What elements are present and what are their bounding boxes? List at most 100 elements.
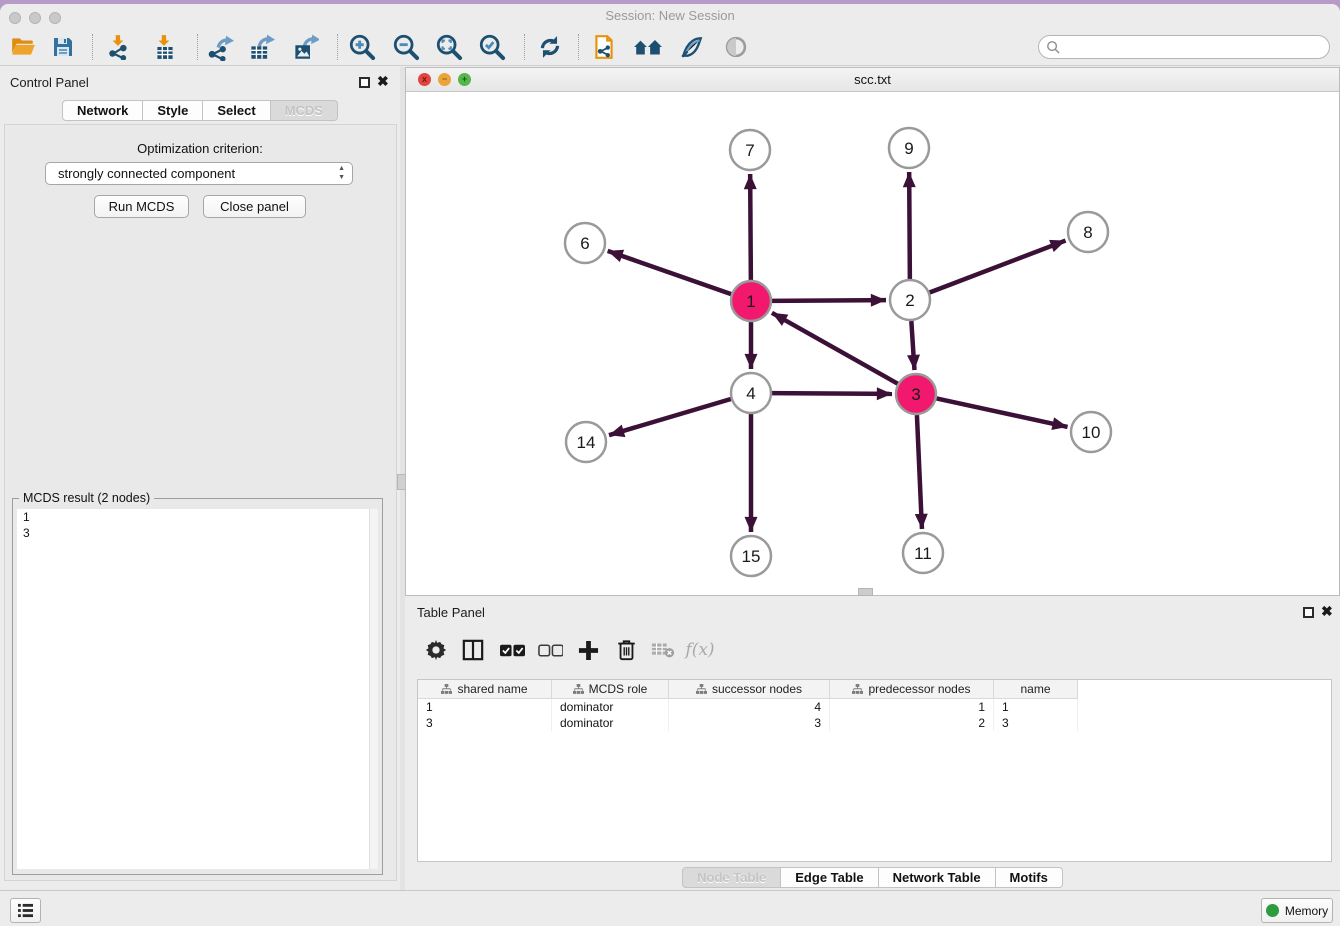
import-table-icon[interactable] [150,32,180,62]
node-label-10: 10 [1082,423,1101,442]
table-cell[interactable]: 3 [669,715,830,731]
table-cell[interactable]: 4 [669,699,830,715]
add-column-icon[interactable] [573,635,603,665]
session-title: Session: New Session [0,8,1340,23]
tab-network-table[interactable]: Network Table [879,867,996,888]
float-table-panel-icon[interactable] [1303,607,1314,618]
tab-motifs[interactable]: Motifs [996,867,1063,888]
hierarchy-icon [441,684,452,695]
edge-1-2[interactable] [772,300,886,301]
graphics-details-icon[interactable] [677,32,707,62]
chevron-updown-icon: ▲▼ [338,164,345,182]
column-layout-icon[interactable] [458,635,488,665]
apply-layout-icon[interactable] [535,32,565,62]
zoom-in-icon[interactable] [347,32,377,62]
edge-2-9[interactable] [909,172,910,279]
control-panel: Control Panel ✖ NetworkStyleSelectMCDS O… [0,67,400,894]
result-scrollbar[interactable] [369,509,378,869]
tab-select[interactable]: Select [203,100,270,121]
save-session-icon[interactable] [48,32,78,62]
export-network-icon[interactable] [205,32,235,62]
open-session-icon[interactable] [8,32,38,62]
delete-column-icon[interactable] [611,635,641,665]
mcds-result-textarea[interactable]: 13 [17,509,378,869]
table-cell[interactable]: 2 [830,715,994,731]
table-settings-icon[interactable] [421,635,451,665]
toolbar-separator [524,34,525,60]
export-image-icon[interactable] [290,32,320,62]
export-table-icon[interactable] [246,32,276,62]
network-view-window: x − + scc.txt 7968124314101511 [405,67,1340,596]
table-row[interactable]: 1dominator411 [418,699,1331,715]
zoom-selected-icon[interactable] [477,32,507,62]
edge-3-10[interactable] [937,398,1068,426]
zoom-fit-icon[interactable] [434,32,464,62]
duplicate-network-icon[interactable] [589,32,619,62]
table-cell[interactable]: dominator [552,699,669,715]
control-panel-title: Control Panel [10,75,89,90]
delete-table-icon[interactable] [648,635,678,665]
table-cell[interactable]: 1 [418,699,552,715]
mcds-result-box: MCDS result (2 nodes) 13 [12,498,383,875]
import-network-icon[interactable] [104,32,134,62]
search-icon [1046,40,1061,55]
node-label-3: 3 [911,385,920,404]
tab-edge-table[interactable]: Edge Table [781,867,878,888]
column-header-MCDS-role[interactable]: MCDS role [552,680,669,699]
node-table[interactable]: shared nameMCDS rolesuccessor nodes prede… [417,679,1332,862]
edge-3-11[interactable] [917,415,922,529]
task-history-button[interactable] [10,898,41,923]
edge-4-14[interactable] [609,399,731,435]
function-builder-icon[interactable]: f(x) [685,635,715,665]
node-label-1: 1 [746,292,755,311]
column-header-shared-name[interactable]: shared name [418,680,552,699]
hierarchy-icon [852,684,863,695]
toolbar-separator [578,34,579,60]
mcds-result-line: 1 [17,509,378,525]
show-all-networks-icon[interactable] [633,32,663,62]
column-header-predecessor-nodes[interactable]: predecessor nodes [830,680,994,699]
deselect-all-columns-icon[interactable] [535,635,565,665]
edge-3-1[interactable] [772,313,898,384]
node-label-4: 4 [746,384,755,403]
tab-mcds[interactable]: MCDS [271,100,338,121]
list-icon [17,903,34,918]
column-label: predecessor nodes [868,682,970,696]
edge-4-3[interactable] [772,393,892,394]
table-cell[interactable]: 1 [994,699,1078,715]
tab-node-table[interactable]: Node Table [682,867,781,888]
hierarchy-icon [573,684,584,695]
optimization-criterion-label: Optimization criterion: [0,141,400,156]
zoom-out-icon[interactable] [391,32,421,62]
network-canvas[interactable]: 7968124314101511 [406,92,1339,595]
search-input[interactable] [1038,35,1330,59]
close-panel-button[interactable]: Close panel [203,195,306,218]
table-cell[interactable]: 3 [418,715,552,731]
criterion-dropdown[interactable]: strongly connected component ▲▼ [45,162,353,185]
main-toolbar [0,28,1340,66]
tab-style[interactable]: Style [143,100,203,121]
network-hscroll-handle[interactable] [858,588,873,596]
node-label-8: 8 [1083,223,1092,242]
table-cell[interactable]: dominator [552,715,669,731]
select-all-columns-icon[interactable] [497,635,527,665]
close-panel-icon[interactable]: ✖ [377,73,389,90]
edge-1-7[interactable] [750,174,751,280]
hierarchy-icon [696,684,707,695]
titlebar: Session: New Session [0,4,1340,28]
run-mcds-button[interactable]: Run MCDS [94,195,189,218]
table-cell[interactable]: 1 [830,699,994,715]
app-window: Session: New Session [0,4,1340,926]
tab-network[interactable]: Network [62,100,143,121]
close-table-panel-icon[interactable]: ✖ [1321,603,1333,620]
float-panel-icon[interactable] [359,77,370,88]
edge-2-8[interactable] [930,241,1066,293]
table-row[interactable]: 3dominator323 [418,715,1331,731]
edge-2-3[interactable] [911,321,914,370]
toggle-bird-view-icon[interactable] [721,32,751,62]
edge-1-6[interactable] [608,251,732,294]
column-header-successor-nodes[interactable]: successor nodes [669,680,830,699]
column-header-name[interactable]: name [994,680,1078,699]
table-cell[interactable]: 3 [994,715,1078,731]
memory-button[interactable]: Memory [1261,898,1333,923]
